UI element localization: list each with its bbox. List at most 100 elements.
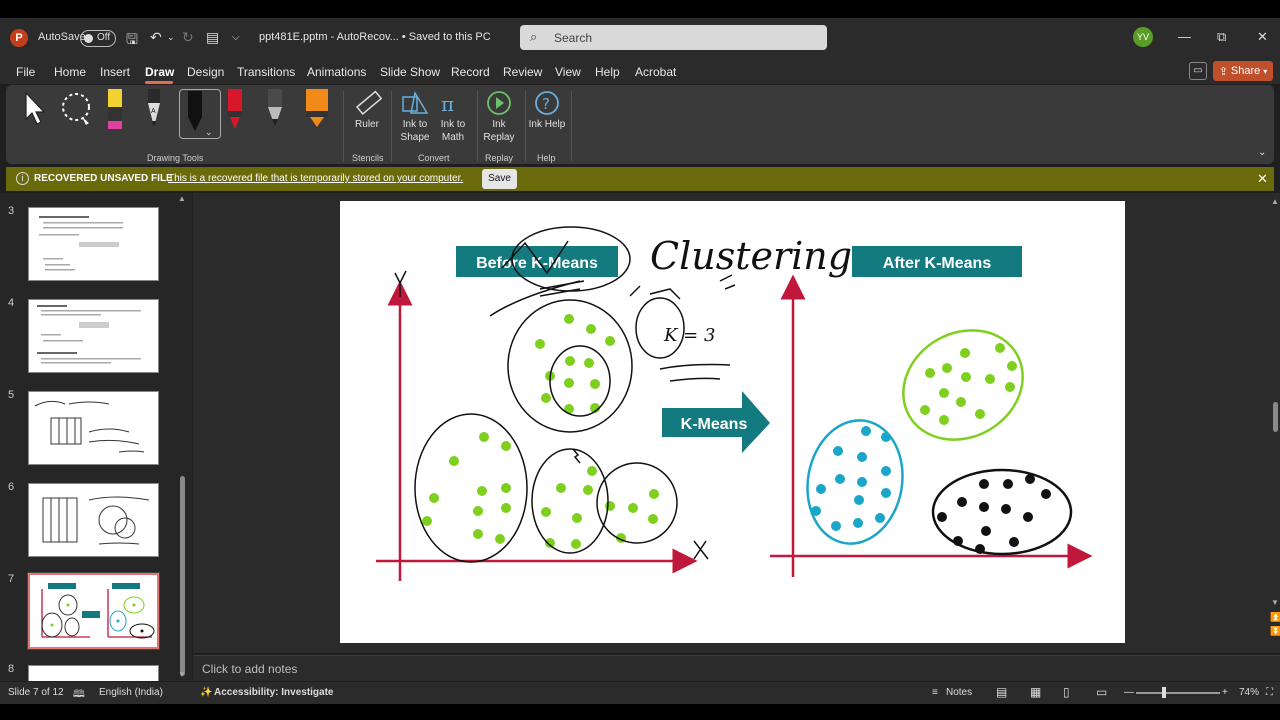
fit-to-window-icon[interactable]: ⛶: [1266, 687, 1273, 698]
tab-draw[interactable]: Draw: [145, 65, 174, 79]
user-avatar[interactable]: YV: [1133, 27, 1153, 47]
canvas-scroll-down-icon[interactable]: ▼: [1271, 598, 1279, 607]
spelling-check-icon[interactable]: 🕮: [73, 687, 85, 704]
menu-bar: File Home Insert Draw Design Transitions…: [0, 58, 1280, 84]
search-box[interactable]: ⌕ Search: [520, 25, 827, 50]
notes-pane[interactable]: Click to add notes: [193, 655, 1280, 681]
save-icon[interactable]: 🖫: [126, 29, 138, 53]
collapse-ribbon-icon[interactable]: ⌄: [1258, 147, 1266, 158]
ruler-label[interactable]: Ruler: [350, 118, 384, 131]
share-label: Share: [1230, 65, 1261, 77]
redo-icon[interactable]: ↻: [182, 29, 194, 46]
tab-help[interactable]: Help: [595, 65, 620, 79]
canvas-scrollbar-thumb[interactable]: [1273, 402, 1278, 432]
thumbnail-content: [42, 496, 150, 545]
recovered-message-link[interactable]: This is a recovered file that is tempora…: [168, 173, 463, 184]
title-bar: P AutoSave Off 🖫 ↶ ⌄ ↻ ▤ ⌵ ppt481E.pptm …: [0, 18, 1280, 58]
ink-to-shape-icon[interactable]: [400, 89, 430, 117]
scroll-up-icon[interactable]: ▲: [178, 194, 186, 203]
tab-insert[interactable]: Insert: [100, 65, 130, 79]
tab-acrobat[interactable]: Acrobat: [635, 65, 676, 79]
slide-number: 6: [8, 481, 15, 493]
ink-to-shape-label[interactable]: Ink to Shape: [396, 118, 434, 144]
save-button[interactable]: Save: [482, 169, 517, 189]
language-indicator[interactable]: English (India): [99, 687, 163, 698]
scroll-down-icon[interactable]: ▼: [178, 670, 186, 679]
present-icon[interactable]: ▤: [206, 29, 219, 46]
slide-thumbnail-4[interactable]: [28, 299, 159, 373]
pen-options-chevron-icon[interactable]: ⌄: [205, 127, 213, 138]
thumbnail-content: [41, 583, 155, 639]
pen-red-icon[interactable]: [226, 89, 244, 131]
ink-help-label[interactable]: Ink Help: [528, 118, 566, 131]
close-infobar-icon[interactable]: ✕: [1257, 171, 1268, 187]
slide-thumbnail-7[interactable]: [27, 572, 160, 650]
previous-slide-icon[interactable]: ⏫: [1270, 612, 1280, 623]
svg-text:A: A: [151, 108, 156, 115]
customize-toolbar-icon[interactable]: ⌵: [232, 32, 240, 43]
tab-view[interactable]: View: [555, 65, 581, 79]
minimize-icon[interactable]: —: [1178, 29, 1191, 44]
lasso-select-icon[interactable]: [58, 91, 98, 127]
tab-design[interactable]: Design: [187, 65, 224, 79]
next-slide-icon[interactable]: ⏬: [1270, 626, 1280, 637]
tab-file[interactable]: File: [16, 65, 35, 79]
group-label-stencils: Stencils: [352, 153, 384, 163]
thumbnail-content: [39, 216, 123, 271]
ribbon: A ⌄ Drawing Tools Ruler Stencils Ink to …: [6, 85, 1274, 164]
reading-view-icon[interactable]: ▯: [1063, 685, 1070, 699]
ink-replay-icon[interactable]: [485, 89, 513, 117]
ruler-icon[interactable]: [354, 89, 382, 117]
info-icon: i: [16, 172, 29, 185]
tab-record[interactable]: Record: [451, 65, 490, 79]
pen-black-pencil-icon[interactable]: A: [145, 89, 163, 131]
ink-to-math-label[interactable]: Ink to Math: [434, 118, 472, 144]
tab-review[interactable]: Review: [503, 65, 542, 79]
comments-icon[interactable]: ▭: [1189, 62, 1207, 80]
share-button[interactable]: ⇪ Share ▾: [1213, 61, 1273, 81]
autosave-toggle[interactable]: Off: [80, 30, 116, 47]
search-icon: ⌕: [530, 29, 538, 44]
slide-number: 4: [8, 297, 15, 309]
notes-icon[interactable]: ≡: [932, 687, 938, 698]
tab-transitions[interactable]: Transitions: [237, 65, 295, 79]
slide-number: 8: [8, 663, 15, 675]
slide-sorter-icon[interactable]: ▦: [1030, 685, 1041, 699]
highlighter-yellow-icon[interactable]: [106, 89, 124, 131]
pen-gray-icon[interactable]: [266, 89, 284, 131]
ink-replay-label[interactable]: Ink Replay: [480, 118, 518, 144]
normal-view-icon[interactable]: ▤: [996, 685, 1007, 699]
slide-7[interactable]: Before K-Means After K-Means K-Means Clu…: [340, 201, 1125, 643]
zoom-slider-handle[interactable]: [1162, 687, 1166, 698]
zoom-slider-track[interactable]: [1136, 692, 1220, 694]
select-pointer-icon[interactable]: [22, 91, 50, 127]
undo-icon[interactable]: ↶: [150, 29, 162, 46]
slide-thumbnail-3[interactable]: [28, 207, 159, 281]
search-placeholder: Search: [554, 31, 593, 45]
ink-to-math-icon[interactable]: π: [438, 89, 468, 117]
notes-placeholder[interactable]: Click to add notes: [202, 662, 297, 676]
pen-black-selected-icon[interactable]: [186, 91, 204, 133]
highlighter-orange-icon[interactable]: [304, 89, 330, 131]
slide-thumbnail-5[interactable]: [28, 391, 159, 465]
tab-animations[interactable]: Animations: [307, 65, 366, 79]
slide-show-icon[interactable]: ▭: [1096, 685, 1107, 699]
zoom-in-icon[interactable]: +: [1222, 687, 1228, 698]
tab-home[interactable]: Home: [54, 65, 86, 79]
zoom-level[interactable]: 74%: [1239, 687, 1259, 698]
notes-toggle[interactable]: Notes: [946, 687, 972, 698]
zoom-out-icon[interactable]: —: [1124, 687, 1134, 698]
tab-slide-show[interactable]: Slide Show: [380, 65, 440, 79]
slide-thumbnail-8[interactable]: [28, 665, 159, 681]
undo-dropdown-icon[interactable]: ⌄: [167, 32, 175, 43]
restore-icon[interactable]: ⧉: [1217, 29, 1226, 45]
before-kmeans-label: Before K-Means: [476, 255, 598, 272]
close-window-icon[interactable]: ✕: [1257, 29, 1268, 45]
slide-thumbnail-6[interactable]: [28, 483, 159, 557]
thumbnail-scrollbar-thumb[interactable]: [180, 476, 185, 676]
autosave-state: Off: [97, 32, 111, 43]
ink-help-icon[interactable]: ?: [533, 89, 561, 117]
accessibility-status[interactable]: Accessibility: Investigate: [214, 687, 334, 698]
accessibility-icon[interactable]: ✨: [200, 687, 212, 698]
canvas-scroll-up-icon[interactable]: ▲: [1271, 197, 1279, 206]
